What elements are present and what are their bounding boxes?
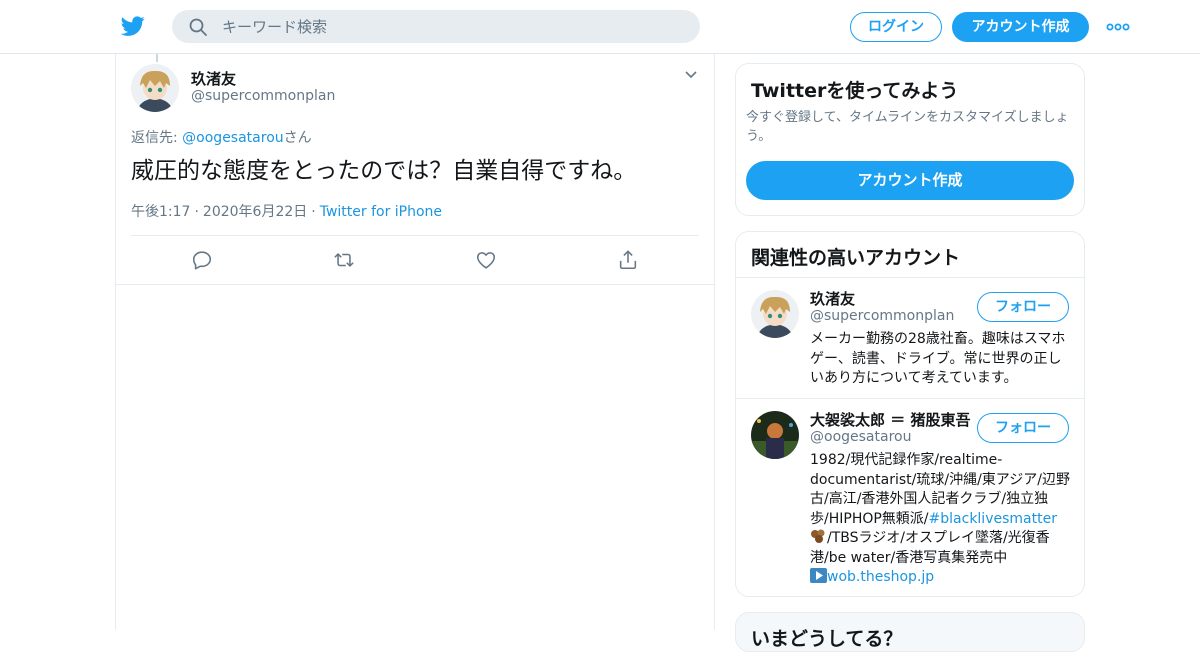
account-handle[interactable]: @oogesatarou <box>810 429 911 445</box>
account-name[interactable]: 玖渚友 <box>810 288 975 309</box>
tweet-column: 玖渚友 @supercommonplan 返信先: @oogesatarouさん… <box>115 54 715 630</box>
hands-emoji-icon <box>811 529 825 543</box>
account-bio: メーカー勤務の28歳社畜。趣味はスマホゲー、読書、ドライブ。常に世界の正しいあり… <box>810 331 1066 386</box>
reply-to-suffix: さん <box>283 130 312 146</box>
tweet-metadata: 午後1:17 · 2020年6月22日 · Twitter for iPhone <box>131 201 442 221</box>
more-options-icon[interactable] <box>1106 20 1130 34</box>
tweet-author-name[interactable]: 玖渚友 <box>191 68 236 89</box>
top-navigation-bar: ログイン アカウント作成 <box>0 0 1200 54</box>
tweet-text: 威圧的な態度をとったのでは？自業自得ですね。 <box>131 158 637 184</box>
tweet-date[interactable]: 2020年6月22日 <box>203 204 307 220</box>
signup-promo-card: Twitterを使ってみよう 今すぐ登録して、タイムラインをカスタマイズしましょ… <box>735 63 1085 216</box>
play-button-emoji-icon <box>810 568 827 583</box>
twitter-bird-logo-icon[interactable] <box>120 14 146 38</box>
photo-avatar-icon <box>751 411 799 459</box>
avatar[interactable] <box>131 64 179 112</box>
divider <box>116 284 714 285</box>
reply-to-prefix: 返信先: <box>131 130 183 146</box>
signup-button[interactable]: アカウント作成 <box>952 12 1089 42</box>
bio-text: /TBSラジオ/オスプレイ墜落/光復香港/be water/香港写真集発売中 <box>810 530 1050 566</box>
avatar[interactable] <box>751 411 799 459</box>
trends-card-title: いまどうしてる？ <box>751 628 903 650</box>
account-handle[interactable]: @supercommonplan <box>810 308 954 324</box>
like-heart-icon[interactable] <box>475 249 497 271</box>
thread-connector-line <box>156 54 158 62</box>
search-icon <box>189 18 207 36</box>
signup-card-title: Twitterを使ってみよう <box>751 80 959 102</box>
anime-avatar-icon <box>751 290 799 338</box>
related-accounts-title: 関連性の高いアカウント <box>751 247 961 269</box>
chevron-down-icon[interactable] <box>684 70 698 80</box>
anime-avatar-icon <box>131 64 179 112</box>
login-button[interactable]: ログイン <box>850 12 942 42</box>
related-accounts-card: 関連性の高いアカウント 玖渚友 @supercommonplan フォロー メー… <box>735 231 1085 597</box>
retweet-icon[interactable] <box>333 249 355 271</box>
avatar[interactable] <box>751 290 799 338</box>
account-bio: 1982/現代記録作家/realtime-documentarist/琉球/沖縄… <box>810 451 1072 588</box>
tweet-author-handle[interactable]: @supercommonplan <box>191 88 335 104</box>
website-link[interactable]: wob.theshop.jp <box>827 569 934 585</box>
meta-separator: · <box>194 204 199 220</box>
reply-icon[interactable] <box>191 249 213 271</box>
search-input[interactable] <box>222 10 682 43</box>
signup-card-description: 今すぐ登録して、タイムラインをカスタマイズしましょう。 <box>746 110 1069 144</box>
share-icon[interactable] <box>617 249 639 271</box>
related-account-item[interactable]: 玖渚友 @supercommonplan フォロー メーカー勤務の28歳社畜。趣… <box>736 278 1084 398</box>
meta-separator: · <box>311 204 316 220</box>
create-account-button[interactable]: アカウント作成 <box>746 161 1074 200</box>
tweet-time[interactable]: 午後1:17 <box>131 204 190 220</box>
tweet-source-link[interactable]: Twitter for iPhone <box>320 204 442 220</box>
follow-button[interactable]: フォロー <box>977 413 1069 443</box>
follow-button[interactable]: フォロー <box>977 292 1069 322</box>
account-name[interactable]: 大袈裟太郎 ＝ 猪股東吾 <box>810 409 975 430</box>
related-account-item[interactable]: 大袈裟太郎 ＝ 猪股東吾 @oogesatarou フォロー 1982/現代記録… <box>736 399 1084 596</box>
tweet-actions <box>116 236 714 284</box>
reply-mention-link[interactable]: @oogesatarou <box>182 130 283 146</box>
hashtag-link[interactable]: #blacklivesmatter <box>929 511 1057 527</box>
reply-to-line: 返信先: @oogesatarouさん <box>131 127 312 147</box>
search-box[interactable] <box>172 10 700 43</box>
trends-card: いまどうしてる？ <box>735 612 1085 652</box>
